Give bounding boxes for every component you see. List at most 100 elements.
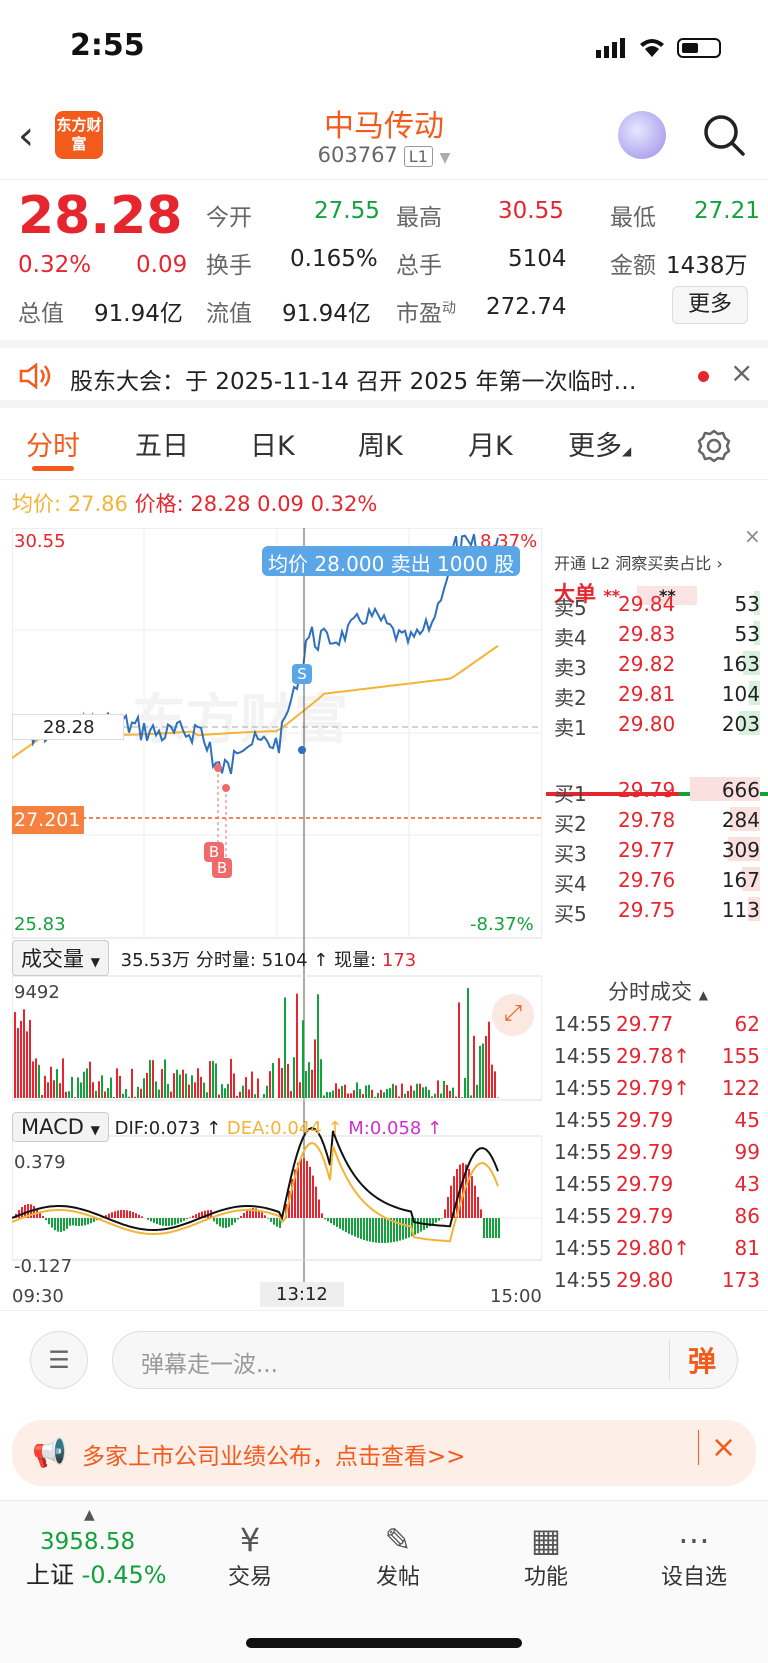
grid-icon: ▦	[530, 1521, 562, 1559]
macd-bar	[399, 1218, 401, 1241]
volume-bar	[239, 1091, 241, 1098]
macd-bar	[324, 1218, 326, 1220]
indicator-select-volume[interactable]: 成交量 ▼	[12, 940, 109, 976]
close-icon[interactable]: ×	[730, 356, 753, 389]
megaphone-icon: 📢	[32, 1436, 67, 1469]
trade-qty: 155	[721, 1044, 760, 1068]
indicator-select-macd[interactable]: MACD ▼	[12, 1112, 109, 1142]
macd-bar	[312, 1175, 314, 1218]
comment-input[interactable]: 弹幕走一波... 弹	[112, 1331, 738, 1389]
more-button[interactable]: 更多	[672, 286, 748, 324]
macd-bar	[315, 1186, 317, 1218]
macd-bar	[432, 1218, 434, 1225]
ask-row: 卖3 29.82 163	[544, 648, 768, 680]
volume-bar	[221, 1084, 223, 1098]
macd-bar	[477, 1196, 479, 1218]
tab-watchlist[interactable]: ⋯ 设自选	[634, 1521, 754, 1591]
macd-bar	[408, 1218, 410, 1238]
macd-bar	[126, 1210, 128, 1218]
macd-bar	[486, 1218, 488, 1238]
macd-bar	[114, 1211, 116, 1218]
notice-bar[interactable]: 股东大会：于 2025-11-14 召开 2025 年第一次临时… ×	[0, 340, 768, 408]
macd-bar	[216, 1218, 218, 1225]
tab-more[interactable]: 更多◢	[568, 424, 631, 463]
macd-bar	[450, 1185, 452, 1218]
l2-upsell[interactable]: 开通 L2 洞察买卖占比 ›	[554, 550, 723, 574]
macd-header: MACD ▼ DIF:0.073 ↑ DEA:0.044 ↑ M:0.058 ↑	[12, 1112, 542, 1142]
volume-bar	[92, 1082, 94, 1098]
volume-bar	[134, 1096, 136, 1098]
macd-top-label: 0.379	[14, 1152, 66, 1173]
macd-bar	[405, 1218, 407, 1239]
tab-post[interactable]: ✎ 发帖	[338, 1521, 458, 1591]
volume-bar	[26, 1031, 28, 1098]
volume-bar	[155, 1081, 157, 1098]
volume-bar	[407, 1091, 409, 1098]
volume-bar	[386, 1089, 388, 1098]
trade-price: 29.78↑	[616, 1044, 691, 1068]
macd-bar	[150, 1218, 152, 1222]
index-widget[interactable]: 3958.58 上证 -0.45%	[26, 1529, 167, 1590]
mktcap-value: 91.94亿	[94, 301, 183, 327]
turnover-label: 换手	[206, 253, 252, 279]
assistant-robot-icon[interactable]	[618, 111, 666, 159]
volume-bar	[95, 1090, 97, 1098]
macd-bar	[261, 1212, 263, 1218]
intraday-chart[interactable]: 东方财富	[12, 528, 542, 1288]
sell-marker[interactable]: S	[292, 664, 312, 684]
volume-bar	[137, 1086, 139, 1098]
volume-bar	[296, 993, 298, 1098]
volume-bar	[113, 1096, 115, 1098]
volume-bar	[59, 1083, 61, 1098]
time-cursor: 13:12	[260, 1282, 344, 1307]
macd-bar	[192, 1215, 194, 1218]
volume-label: 总手	[396, 253, 442, 279]
macd-bar	[54, 1218, 56, 1231]
macd-bar	[489, 1218, 491, 1238]
tab-trade[interactable]: ¥ 交易	[190, 1521, 310, 1591]
volume-bar	[191, 1075, 193, 1098]
tab-5day[interactable]: 五日	[135, 424, 189, 463]
macd-bar	[363, 1218, 365, 1240]
macd-bottom-label: -0.127	[14, 1256, 73, 1277]
promo-banner[interactable]: 📢 多家上市公司业绩公布，点击查看>> ×	[12, 1420, 756, 1486]
volume-bar	[89, 1061, 91, 1098]
buy-marker-2[interactable]: B	[212, 858, 232, 878]
volume-bar	[146, 1072, 148, 1098]
send-danmaku-button[interactable]: 弹	[669, 1340, 716, 1380]
volume-bar	[266, 1085, 268, 1098]
volume-bar	[125, 1089, 127, 1098]
panel-close-icon[interactable]: ×	[744, 524, 761, 548]
volume-bar	[410, 1085, 412, 1098]
volume-bar	[53, 1080, 55, 1098]
volume-bar	[317, 994, 319, 1098]
volume-bar	[440, 1093, 442, 1098]
tab-monthly[interactable]: 月K	[468, 424, 513, 463]
banner-close-icon[interactable]: ×	[698, 1430, 736, 1465]
volume-bar	[101, 1075, 103, 1098]
bid-row: 买4 29.76 167	[544, 864, 768, 896]
tab-weekly[interactable]: 周K	[358, 424, 403, 463]
macd-bar	[111, 1212, 113, 1218]
tab-functions[interactable]: ▦ 功能	[486, 1521, 606, 1591]
macd-bar	[366, 1218, 368, 1241]
volume-bar	[449, 1090, 451, 1098]
settings-gear-icon[interactable]	[696, 428, 732, 464]
expand-icon[interactable]: ⤢	[492, 994, 534, 1036]
macd-bar	[333, 1218, 335, 1226]
tab-intraday[interactable]: 分时	[26, 424, 80, 463]
volume-bar	[311, 1069, 313, 1098]
macd-bar	[345, 1218, 347, 1233]
current-price-tag: 28.28	[12, 714, 124, 740]
avg-price-bar: 均价: 27.86 价格: 28.28 0.09 0.32%	[12, 488, 377, 518]
volume-bar	[320, 1059, 322, 1098]
tab-daily[interactable]: 日K	[250, 424, 295, 463]
volume-bar	[302, 1020, 304, 1098]
danmaku-settings-icon[interactable]: ☰	[30, 1331, 88, 1389]
volume-bar	[353, 1090, 355, 1098]
status-icons	[596, 38, 721, 58]
trades-header[interactable]: 分时成交 ▲	[608, 976, 708, 1006]
volume-bar	[176, 1069, 178, 1098]
search-icon[interactable]	[700, 111, 748, 159]
trade-time: 14:55	[554, 1076, 612, 1100]
